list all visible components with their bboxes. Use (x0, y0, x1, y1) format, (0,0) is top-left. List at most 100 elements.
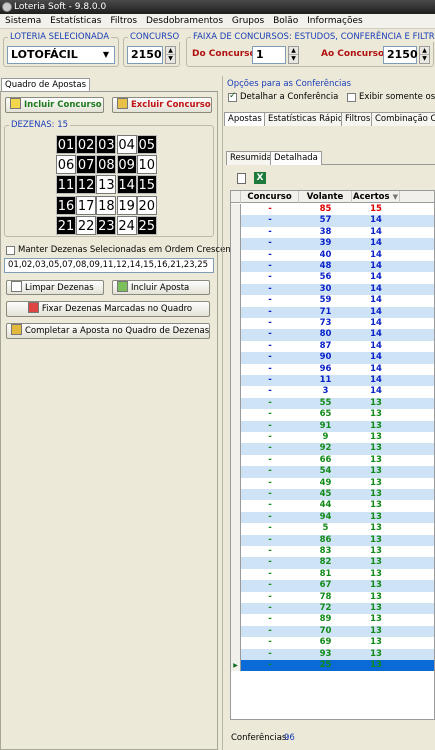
menu-informacoes[interactable]: Informações (307, 16, 363, 26)
row-indicator[interactable] (231, 500, 241, 512)
row-indicator[interactable] (231, 238, 241, 250)
exibir-checkbox[interactable] (347, 93, 356, 102)
table-row[interactable]: - 59 14 (231, 295, 434, 307)
incluir-concurso-button[interactable]: Incluir Concurso (5, 97, 104, 113)
row-indicator[interactable] (231, 363, 241, 375)
row-indicator[interactable] (231, 352, 241, 364)
row-indicator[interactable] (231, 375, 241, 387)
row-indicator[interactable] (231, 625, 241, 638)
number-cell[interactable]: 22 (76, 215, 97, 235)
chevron-down-icon[interactable]: ▼ (99, 48, 113, 62)
row-indicator[interactable] (231, 386, 241, 398)
table-row[interactable]: - 57 14 (231, 215, 434, 227)
table-row[interactable]: - 89 13 (231, 614, 434, 626)
table-row[interactable]: - 11 14 (231, 375, 434, 387)
number-cell[interactable]: 25 (136, 215, 157, 235)
row-indicator[interactable] (231, 523, 241, 535)
table-row[interactable]: - 56 14 (231, 272, 434, 284)
loteria-select[interactable]: LOTOFÁCIL ▼ (7, 46, 115, 64)
table-row[interactable]: - 3 14 (231, 386, 434, 398)
number-cell[interactable]: 04 (116, 135, 137, 154)
table-row[interactable]: - 91 13 (231, 420, 434, 432)
menu-desdobramentos[interactable]: Desdobramentos (146, 16, 223, 26)
menu-estatisticas[interactable]: Estatísticas (50, 16, 101, 26)
row-indicator[interactable] (231, 454, 241, 467)
col-acertos[interactable]: Acertos ▼ (352, 191, 400, 203)
tab-resumida[interactable]: Resumida (226, 151, 276, 165)
fixar-dezenas-button[interactable]: Fixar Dezenas Marcadas no Quadro (6, 301, 210, 317)
row-indicator[interactable] (231, 397, 241, 410)
concurso-input[interactable]: 2150 (127, 46, 163, 64)
table-row[interactable]: - 67 13 (231, 580, 434, 592)
new-document-icon[interactable] (237, 173, 246, 184)
detalhar-checkbox[interactable] (228, 91, 237, 102)
row-indicator[interactable] (231, 306, 241, 318)
do-concurso-input[interactable]: 1 (252, 46, 286, 64)
table-row[interactable]: - 54 13 (231, 466, 434, 478)
table-row[interactable]: - 86 13 (231, 534, 434, 546)
row-indicator[interactable] (231, 534, 241, 546)
row-indicator[interactable] (231, 568, 241, 581)
table-row[interactable]: - 44 13 (231, 500, 434, 512)
number-cell[interactable]: 01 (56, 135, 76, 154)
number-cell[interactable]: 05 (136, 135, 157, 154)
row-indicator[interactable] (231, 295, 241, 307)
row-indicator[interactable] (231, 511, 241, 524)
table-row[interactable]: - 38 14 (231, 226, 434, 239)
do-concurso-spinner[interactable]: ▲ ▼ (288, 46, 299, 64)
table-row[interactable]: - 30 14 (231, 283, 434, 296)
row-indicator[interactable] (231, 409, 241, 421)
row-indicator[interactable] (231, 591, 241, 603)
col-concurso[interactable]: Concurso (241, 191, 299, 203)
row-indicator[interactable] (231, 477, 241, 489)
number-cell[interactable]: 03 (96, 135, 117, 154)
table-row[interactable]: - 9 13 (231, 432, 434, 444)
row-indicator[interactable] (231, 204, 241, 216)
row-indicator[interactable] (231, 466, 241, 478)
number-cell[interactable]: 15 (136, 175, 157, 195)
tab-detalhada[interactable]: Detalhada (270, 151, 322, 165)
row-indicator[interactable] (231, 249, 241, 261)
table-row[interactable]: - 5 13 (231, 523, 434, 535)
number-cell[interactable]: 16 (56, 195, 76, 215)
number-cell[interactable]: 06 (56, 155, 76, 175)
row-indicator[interactable] (231, 432, 241, 444)
row-indicator[interactable] (231, 215, 241, 227)
table-row[interactable]: - 39 14 (231, 238, 434, 250)
number-cell[interactable]: 14 (116, 175, 137, 195)
table-row[interactable]: - 87 14 (231, 340, 434, 353)
conferencia-grid[interactable]: Concurso Volante Acertos ▼ -85 15-57 14-38… (230, 190, 435, 720)
menu-grupos[interactable]: Grupos (232, 16, 264, 26)
table-row[interactable]: - 40 14 (231, 249, 434, 261)
number-cell[interactable]: 07 (76, 155, 97, 175)
row-indicator[interactable] (231, 614, 241, 626)
limpar-dezenas-button[interactable]: Limpar Dezenas (6, 280, 104, 295)
table-row[interactable]: - 66 13 (231, 454, 434, 467)
table-row[interactable]: - 82 13 (231, 557, 434, 569)
table-row[interactable]: - 92 13 (231, 443, 434, 455)
table-row[interactable]: - 83 13 (231, 546, 434, 558)
table-row[interactable]: - 70 13 (231, 625, 434, 638)
ao-concurso-spinner[interactable]: ▲ ▼ (419, 46, 430, 64)
row-indicator[interactable] (231, 272, 241, 284)
table-row[interactable]: - 69 13 (231, 637, 434, 649)
excel-icon[interactable]: X (254, 172, 266, 184)
row-indicator[interactable] (231, 329, 241, 341)
table-row[interactable]: - 48 14 (231, 261, 434, 273)
row-indicator[interactable] (231, 226, 241, 239)
table-row[interactable]: - 49 13 (231, 477, 434, 489)
excluir-concurso-button[interactable]: Excluir Concurso (112, 97, 212, 113)
row-indicator[interactable] (231, 603, 241, 615)
row-pointer-icon[interactable]: ▶ (231, 660, 241, 672)
incluir-aposta-button[interactable]: Incluir Aposta (112, 280, 210, 295)
number-cell[interactable]: 09 (116, 155, 137, 175)
table-row[interactable]: - 73 14 (231, 318, 434, 330)
tab-quadro-apostas[interactable]: Quadro de Apostas (1, 78, 91, 92)
row-indicator[interactable] (231, 340, 241, 353)
number-cell[interactable]: 02 (76, 135, 97, 154)
row-indicator[interactable] (231, 489, 241, 501)
row-indicator[interactable] (231, 637, 241, 649)
row-indicator[interactable] (231, 557, 241, 569)
table-row[interactable]: - 72 13 (231, 603, 434, 615)
manter-ordem-checkbox[interactable] (6, 246, 15, 255)
